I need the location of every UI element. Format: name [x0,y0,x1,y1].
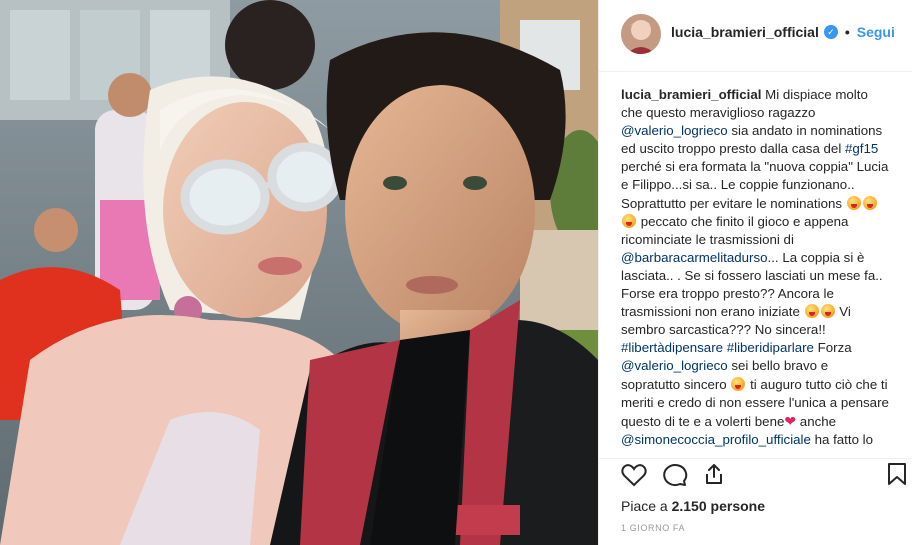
header-username[interactable]: lucia_bramieri_official [671,24,819,40]
caption-text: Forza [813,340,852,356]
tongue-emoji-icon [622,213,636,228]
verified-badge-icon: ✓ [823,25,838,39]
mention-link[interactable]: @valerio_logrieco [621,358,728,373]
tongue-emoji-icon [846,195,861,210]
avatar-image [621,14,661,54]
tongue-emoji-icon [820,304,835,319]
hashtag-link[interactable]: #liberidiparlare [727,340,814,355]
mention-link[interactable]: @barbaracarmelitadurso [621,250,768,265]
follow-button[interactable]: Segui [857,24,895,40]
mention-link[interactable]: @valerio_logrieco [621,123,728,138]
likes-number: 2.150 [671,498,707,514]
heart-outline-icon[interactable] [621,463,647,492]
tongue-emoji-icon [862,195,877,210]
mention-link[interactable]: @simonecoccia_profilo_ufficiale [621,432,811,447]
photo-illustration [0,0,598,545]
bookmark-icon[interactable] [887,462,907,491]
likes-prefix: Piace a [621,498,672,514]
post-actions: Piace a 2.150 persone 1 GIORNO FA [599,458,912,545]
post-details-panel: lucia_bramieri_official ✓ • Segui lucia_… [598,0,912,545]
caption-text: peccato che finito il gioco e appena ric… [621,213,849,247]
red-heart-emoji-icon: ❤ [784,412,797,429]
likes-count[interactable]: Piace a 2.150 persone [621,498,765,514]
hashtag-link[interactable]: #gf15 [845,141,878,156]
post-timestamp[interactable]: 1 GIORNO FA [621,523,685,533]
post-caption: lucia_bramieri_official Mi dispiace molt… [621,86,889,452]
comment-icon[interactable] [662,463,688,492]
share-icon[interactable] [702,462,726,491]
separator-dot: • [844,24,850,40]
post-photo[interactable] [0,0,598,545]
caption-text: anche [796,413,837,429]
instagram-post: lucia_bramieri_official ✓ • Segui lucia_… [0,0,912,545]
avatar[interactable] [621,14,661,54]
caption-username[interactable]: lucia_bramieri_official [621,87,761,102]
hashtag-link[interactable]: #libertàdipensare [621,340,723,355]
likes-suffix: persone [706,498,765,514]
tongue-emoji-icon [804,304,819,319]
post-header: lucia_bramieri_official ✓ • Segui [599,0,912,72]
kiss-emoji-icon [731,376,746,391]
